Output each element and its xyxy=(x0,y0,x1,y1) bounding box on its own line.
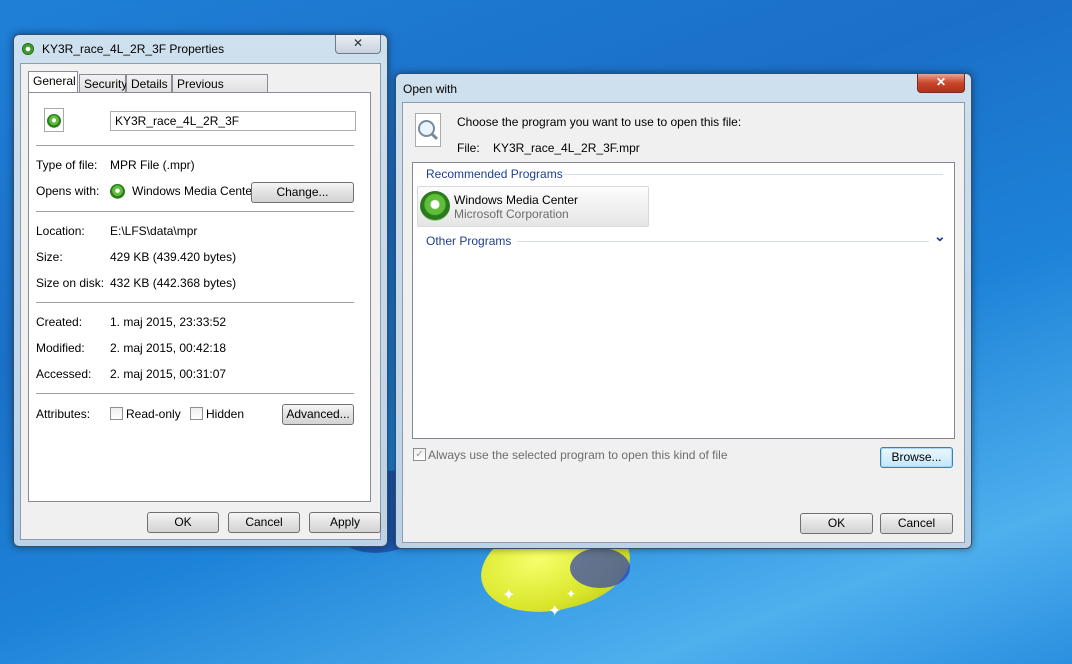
readonly-label[interactable]: Read-only xyxy=(126,407,181,421)
always-use-checkbox[interactable]: ✓ xyxy=(413,448,426,461)
size-on-disk-value: 432 KB (442.368 bytes) xyxy=(110,276,237,290)
size-label: Size: xyxy=(36,250,63,264)
wmc-icon xyxy=(47,114,61,128)
close-button[interactable]: ✕ xyxy=(335,35,381,54)
ok-button[interactable]: OK xyxy=(800,513,873,534)
attributes-label: Attributes: xyxy=(36,407,91,421)
properties-title: KY3R_race_4L_2R_3F Properties xyxy=(42,42,225,56)
modified-value: 2. maj 2015, 00:42:18 xyxy=(110,341,227,355)
wmc-file-icon xyxy=(22,43,34,55)
instruction-text: Choose the program you want to use to op… xyxy=(457,115,742,129)
cancel-button[interactable]: Cancel xyxy=(228,512,300,533)
open-with-titlebar[interactable]: Open with ✕ xyxy=(396,74,971,100)
program-name: Windows Media Center xyxy=(454,193,579,207)
file-icon xyxy=(44,108,64,132)
program-list[interactable]: Recommended Programs Windows Media Cente… xyxy=(412,162,955,439)
ok-button[interactable]: OK xyxy=(147,512,219,533)
apply-button[interactable]: Apply xyxy=(309,512,381,533)
program-company: Microsoft Corporation xyxy=(454,207,569,221)
cancel-button[interactable]: Cancel xyxy=(880,513,953,534)
properties-client: General Security Details Previous Versio… xyxy=(20,63,381,540)
type-label: Type of file: xyxy=(36,158,98,172)
windows-media-center-icon xyxy=(420,191,450,221)
change-button[interactable]: Change... xyxy=(251,182,354,203)
properties-titlebar[interactable]: KY3R_race_4L_2R_3F Properties ✕ xyxy=(14,35,387,61)
hidden-label[interactable]: Hidden xyxy=(206,407,244,421)
created-label: Created: xyxy=(36,315,83,329)
wallpaper-sparkle: ✦ xyxy=(548,603,562,620)
location-value: E:\LFS\data\mpr xyxy=(110,224,198,238)
always-use-label: Always use the selected program to open … xyxy=(428,448,728,462)
location-label: Location: xyxy=(36,224,85,238)
file-label: File: xyxy=(457,141,480,155)
tab-previous-versions[interactable]: Previous Versions xyxy=(172,74,268,109)
divider xyxy=(36,393,354,395)
program-item-windows-media-center[interactable]: Windows Media Center Microsoft Corporati… xyxy=(417,186,649,227)
modified-label: Modified: xyxy=(36,341,85,355)
divider xyxy=(36,302,354,304)
file-preview-icon xyxy=(415,113,441,147)
general-tab-panel: KY3R_race_4L_2R_3F Type of file: MPR Fil… xyxy=(28,92,371,502)
open-with-client: Choose the program you want to use to op… xyxy=(402,102,965,543)
filename-field[interactable]: KY3R_race_4L_2R_3F xyxy=(110,111,356,131)
open-with-window: Open with ✕ Choose the program you want … xyxy=(395,73,972,549)
open-with-title: Open with xyxy=(403,82,458,96)
expand-chevron-icon[interactable]: ⌄ xyxy=(934,228,946,245)
properties-window: KY3R_race_4L_2R_3F Properties ✕ General … xyxy=(13,34,388,547)
tab-security[interactable]: Security xyxy=(79,74,127,92)
file-value: KY3R_race_4L_2R_3F.mpr xyxy=(493,141,640,155)
size-on-disk-label: Size on disk: xyxy=(36,276,105,290)
size-value: 429 KB (439.420 bytes) xyxy=(110,250,237,264)
created-value: 1. maj 2015, 23:33:52 xyxy=(110,315,227,329)
wallpaper-shape xyxy=(570,548,630,588)
recommended-header: Recommended Programs xyxy=(426,167,563,181)
hidden-checkbox[interactable] xyxy=(190,407,203,420)
wallpaper-sparkle: ✦ xyxy=(566,587,577,601)
tab-details[interactable]: Details xyxy=(126,74,172,92)
divider xyxy=(36,211,354,213)
tab-strip: General Security Details Previous Versio… xyxy=(28,71,373,109)
accessed-value: 2. maj 2015, 00:31:07 xyxy=(110,367,227,381)
type-value: MPR File (.mpr) xyxy=(110,158,195,172)
wmc-icon xyxy=(110,184,125,199)
other-programs-header[interactable]: Other Programs xyxy=(426,234,511,248)
group-divider xyxy=(563,174,943,175)
divider xyxy=(36,145,354,147)
accessed-label: Accessed: xyxy=(36,367,92,381)
tab-general[interactable]: General xyxy=(28,71,78,92)
close-button[interactable]: ✕ xyxy=(917,74,965,93)
magnifier-handle xyxy=(430,132,439,141)
readonly-checkbox[interactable] xyxy=(110,407,123,420)
browse-button[interactable]: Browse... xyxy=(880,447,953,468)
opens-with-label: Opens with: xyxy=(36,184,100,198)
advanced-button[interactable]: Advanced... xyxy=(282,404,354,425)
opens-with-value: Windows Media Center xyxy=(132,184,257,198)
group-divider xyxy=(517,241,929,242)
wallpaper-sparkle: ✦ xyxy=(502,587,516,604)
